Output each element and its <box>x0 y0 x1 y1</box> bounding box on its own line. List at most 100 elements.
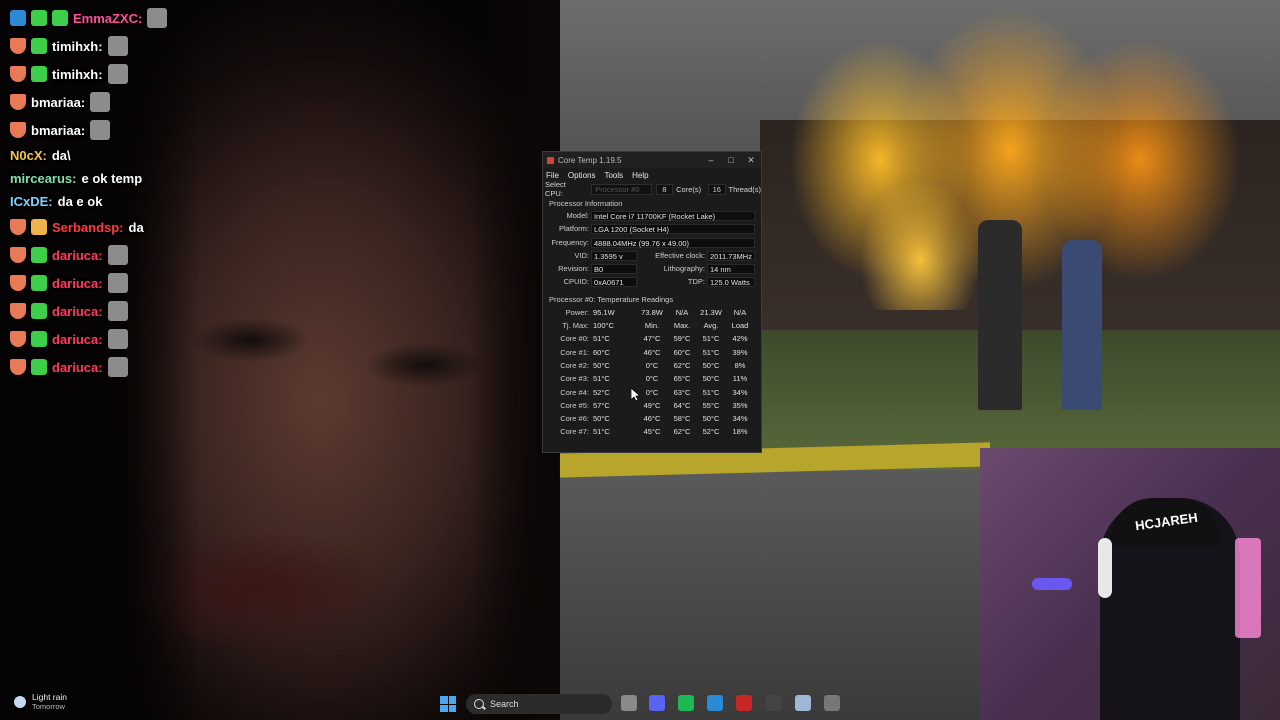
close-icon[interactable]: ✕ <box>741 155 761 166</box>
platform-label: Platform: <box>558 224 589 234</box>
chat-emote-icon <box>107 245 128 265</box>
menu-tools[interactable]: Tools <box>604 171 623 180</box>
core-load: 11% <box>732 374 748 384</box>
chat-message: dariuca: <box>0 353 300 381</box>
core-label: Core #3: <box>560 374 589 384</box>
core-current-temp: 51°C <box>593 334 610 344</box>
chat-username[interactable]: dariuca: <box>52 360 103 375</box>
model-value: Intel Core i7 11700KF (Rocket Lake) <box>591 211 755 221</box>
core-current-temp: 50°C <box>593 360 610 370</box>
chat-username[interactable]: timihxh: <box>52 67 103 82</box>
power-package: 95.1W <box>593 307 615 317</box>
model-label: Model: <box>566 211 589 220</box>
chat-badge-icon <box>31 303 47 319</box>
discord-icon[interactable] <box>649 695 665 711</box>
spotify-icon[interactable] <box>678 695 694 711</box>
chat-username[interactable]: dariuca: <box>52 332 103 347</box>
core-max: 59°C <box>673 334 691 344</box>
tjmax-value: 100°C <box>593 321 614 331</box>
taskbar-search[interactable]: Search <box>466 694 612 714</box>
chat-message: N0cX: da\ <box>0 144 300 167</box>
search-icon <box>474 699 484 709</box>
platform-value: LGA 1200 (Socket H4) <box>591 224 755 235</box>
core-max: 58°C <box>673 414 691 424</box>
app-red-icon[interactable] <box>736 695 752 711</box>
chat-username[interactable]: N0cX: <box>10 148 47 163</box>
window-title: Core Temp 1.19.5 <box>558 155 622 165</box>
menu-options[interactable]: Options <box>568 171 596 180</box>
col-min-header: Min. <box>644 321 660 331</box>
window-titlebar[interactable]: Core Temp 1.19.5 – □ ✕ <box>543 152 761 168</box>
webcam-rgb-light <box>1032 578 1072 590</box>
cpuid-value: 0xA0671 <box>591 277 637 288</box>
cores-count: 8 <box>655 183 674 195</box>
core-min: 0°C <box>645 387 659 397</box>
core-current-temp: 51°C <box>593 374 610 384</box>
core-row: Core #4: 52°C 0°C 63°C 51°C 34% <box>543 388 761 401</box>
chat-username[interactable]: ICxDE: <box>10 194 53 209</box>
tdp-value: 125.0 Watts <box>707 277 755 288</box>
rain-cloud-icon <box>14 696 26 708</box>
chat-badge-icon <box>10 359 26 375</box>
chat-emote-icon <box>107 357 128 377</box>
chat-username[interactable]: bmariaa: <box>31 123 85 138</box>
chat-username[interactable]: EmmaZXC: <box>73 11 142 26</box>
core-min: 45°C <box>643 427 661 437</box>
chat-badge-icon <box>31 331 47 347</box>
search-label: Search <box>490 699 519 709</box>
core-avg: 50°C <box>702 360 720 370</box>
vid-label: VID: <box>574 250 589 260</box>
cpuid-label: CPUID: <box>563 277 589 287</box>
maximize-icon[interactable]: □ <box>721 155 741 166</box>
menu-file[interactable]: File <box>546 171 559 180</box>
power-dram: 21.3W <box>700 307 722 317</box>
chat-badge-icon <box>10 66 26 82</box>
chat-emote-icon <box>107 301 128 321</box>
core-current-temp: 51°C <box>593 427 610 437</box>
core-current-temp: 57°C <box>593 400 610 410</box>
chat-username[interactable]: timihxh: <box>52 39 103 54</box>
processor-select[interactable]: Processor #0 <box>591 183 652 195</box>
core-load: 18% <box>732 427 748 437</box>
core-row: Core #7: 51°C 45°C 62°C 52°C 18% <box>543 427 761 440</box>
chat-username[interactable]: Serbandsp: <box>52 220 124 235</box>
core-min: 47°C <box>643 334 661 344</box>
core-rows: Core #0: 51°C 47°C 59°C 51°C 42% Core #1: 60°C 4… <box>543 334 761 440</box>
chat-username[interactable]: dariuca: <box>52 248 103 263</box>
coretemp-window[interactable]: Core Temp 1.19.5 – □ ✕ File Options Tool… <box>542 151 762 453</box>
chat-message: dariuca: <box>0 297 300 325</box>
chat-badge-icon <box>31 219 47 235</box>
power-other: N/A <box>733 307 747 317</box>
vid-value: 1.3595 v <box>591 250 637 261</box>
lithography-label: Lithography: <box>663 264 705 274</box>
webcam-headset <box>1098 538 1112 598</box>
power-uncore: N/A <box>675 307 689 317</box>
menu-help[interactable]: Help <box>632 171 648 180</box>
core-load: 42% <box>732 334 748 344</box>
chat-emote-icon <box>107 36 128 56</box>
window-icon[interactable] <box>795 695 811 711</box>
start-button[interactable] <box>440 696 456 712</box>
tdp-label: TDP: <box>687 277 705 287</box>
threads-label: Thread(s) <box>728 184 762 194</box>
minimize-icon[interactable]: – <box>701 155 721 166</box>
app-misc-icon[interactable] <box>824 695 840 711</box>
chat-badge-icon <box>31 38 47 54</box>
chat-username[interactable]: dariuca: <box>52 304 103 319</box>
chat-username[interactable]: mircearus: <box>10 171 76 186</box>
chat-username[interactable]: bmariaa: <box>31 95 85 110</box>
power-label: Power: <box>565 307 589 317</box>
file-explorer-icon[interactable] <box>621 695 637 711</box>
weather-widget[interactable]: Light rain Tomorrow <box>14 692 67 712</box>
core-avg: 51°C <box>702 334 720 344</box>
core-load: 8% <box>734 360 746 370</box>
obs-icon[interactable] <box>766 695 782 711</box>
edge-icon[interactable] <box>707 695 723 711</box>
chat-message: ICxDE: da e ok <box>0 190 300 213</box>
chat-username[interactable]: dariuca: <box>52 276 103 291</box>
core-min: 0°C <box>645 360 659 370</box>
effective-clock-label: Effective clock: <box>655 250 705 260</box>
revision-label: Revision: <box>558 264 589 274</box>
core-load: 39% <box>732 347 748 357</box>
core-avg: 52°C <box>702 427 720 437</box>
